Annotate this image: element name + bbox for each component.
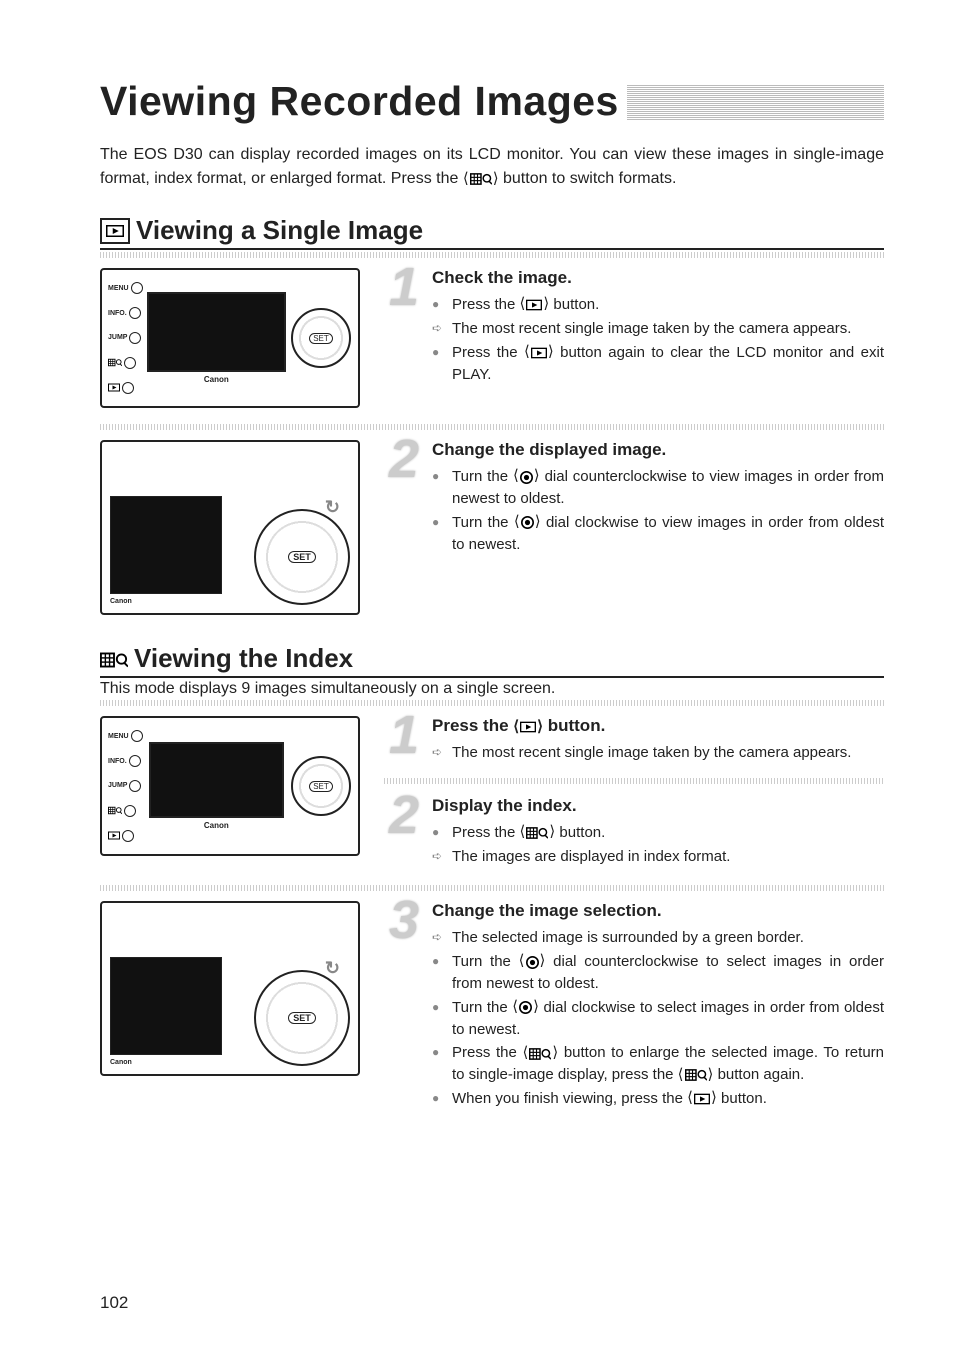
intro-paragraph: The EOS D30 can display recorded images … — [100, 143, 884, 191]
step-number-1: 1 — [384, 266, 424, 387]
bullet-dot-icon: ● — [432, 951, 446, 995]
rotate-arrow-icon: ↻ — [325, 958, 340, 979]
index-magnify-icon: ⟨⟩ — [522, 1043, 558, 1065]
bullet-arrow-icon: ➪ — [432, 927, 446, 949]
camera-illustration-dial: Canon SET ↻ — [100, 440, 360, 615]
dotted-rule — [100, 252, 884, 258]
bullet-dot-icon: ● — [432, 997, 446, 1041]
play-icon: ⟨⟩ — [520, 294, 550, 316]
section-heading-text: Viewing a Single Image — [136, 215, 423, 246]
camera-illustration-dial: Canon SET ↻ — [100, 901, 360, 1076]
bullet-dot-icon: ● — [432, 1042, 446, 1086]
index-magnify-icon — [100, 643, 128, 674]
dotted-rule — [100, 885, 884, 891]
step-title: Press the ⟨⟩ button. — [432, 716, 884, 736]
dotted-rule — [384, 778, 884, 784]
step-number-1: 1 — [384, 714, 424, 766]
dial-icon: ⟨⟩ — [519, 951, 546, 973]
quick-control-dial — [291, 756, 351, 816]
dial-icon: ⟨⟩ — [513, 466, 540, 488]
section-heading-index: Viewing the Index — [100, 643, 884, 678]
step-number-2: 2 — [384, 794, 424, 870]
page-number: 102 — [100, 1293, 128, 1313]
bullet-dot-icon: ● — [432, 1088, 446, 1110]
dotted-rule — [100, 700, 884, 706]
section-heading-text: Viewing the Index — [134, 643, 353, 674]
index-magnify-icon: ⟨⟩ — [520, 822, 556, 844]
step-title: Check the image. — [432, 268, 884, 288]
lcd-blank — [110, 957, 222, 1055]
quick-control-dial — [291, 308, 351, 368]
quick-control-dial-large: SET ↻ — [254, 970, 350, 1066]
camera-illustration-index: MENU INFO. JUMP Canon — [100, 716, 360, 856]
brand-label: Canon — [204, 375, 229, 384]
lcd-index-grid — [149, 742, 285, 819]
bullet-arrow-icon: ➪ — [432, 742, 446, 764]
step-number-2: 2 — [384, 438, 424, 557]
bullet-dot-icon: ● — [432, 512, 446, 556]
bullet-arrow-icon: ➪ — [432, 846, 446, 868]
rotate-arrow-icon: ↻ — [325, 497, 340, 518]
intro-text-b: button to switch formats. — [503, 170, 676, 187]
camera-illustration-single: MENU INFO. JUMP Canon — [100, 268, 360, 408]
bullet-dot-icon: ● — [432, 466, 446, 510]
lcd-screen — [147, 292, 287, 373]
dotted-rule — [100, 424, 884, 430]
dial-icon: ⟨⟩ — [514, 512, 541, 534]
play-box-icon — [100, 218, 130, 244]
step-title: Change the image selection. — [432, 901, 884, 921]
title-fill-pattern — [627, 84, 884, 120]
bullet-dot-icon: ● — [432, 822, 446, 844]
step-title: Display the index. — [432, 796, 884, 816]
bullet-arrow-icon: ➪ — [432, 318, 446, 340]
play-icon: ⟨⟩ — [513, 717, 543, 736]
bullet-dot-icon: ● — [432, 294, 446, 316]
dial-icon: ⟨⟩ — [512, 997, 539, 1019]
page-title: Viewing Recorded Images — [100, 78, 619, 125]
quick-control-dial-large: SET ↻ — [254, 509, 350, 605]
section-heading-single-image: Viewing a Single Image — [100, 215, 884, 250]
play-icon: ⟨⟩ — [524, 342, 554, 364]
lcd-blank — [110, 496, 222, 594]
page-title-bar: Viewing Recorded Images — [100, 78, 884, 125]
index-magnify-icon: ⟨⟩ — [463, 168, 499, 191]
bullet-dot-icon: ● — [432, 342, 446, 386]
step-number-3: 3 — [384, 899, 424, 1112]
step-title: Change the displayed image. — [432, 440, 884, 460]
play-icon: ⟨⟩ — [687, 1088, 717, 1110]
index-magnify-icon: ⟨⟩ — [678, 1065, 714, 1087]
section-description: This mode displays 9 images simultaneous… — [100, 680, 884, 698]
